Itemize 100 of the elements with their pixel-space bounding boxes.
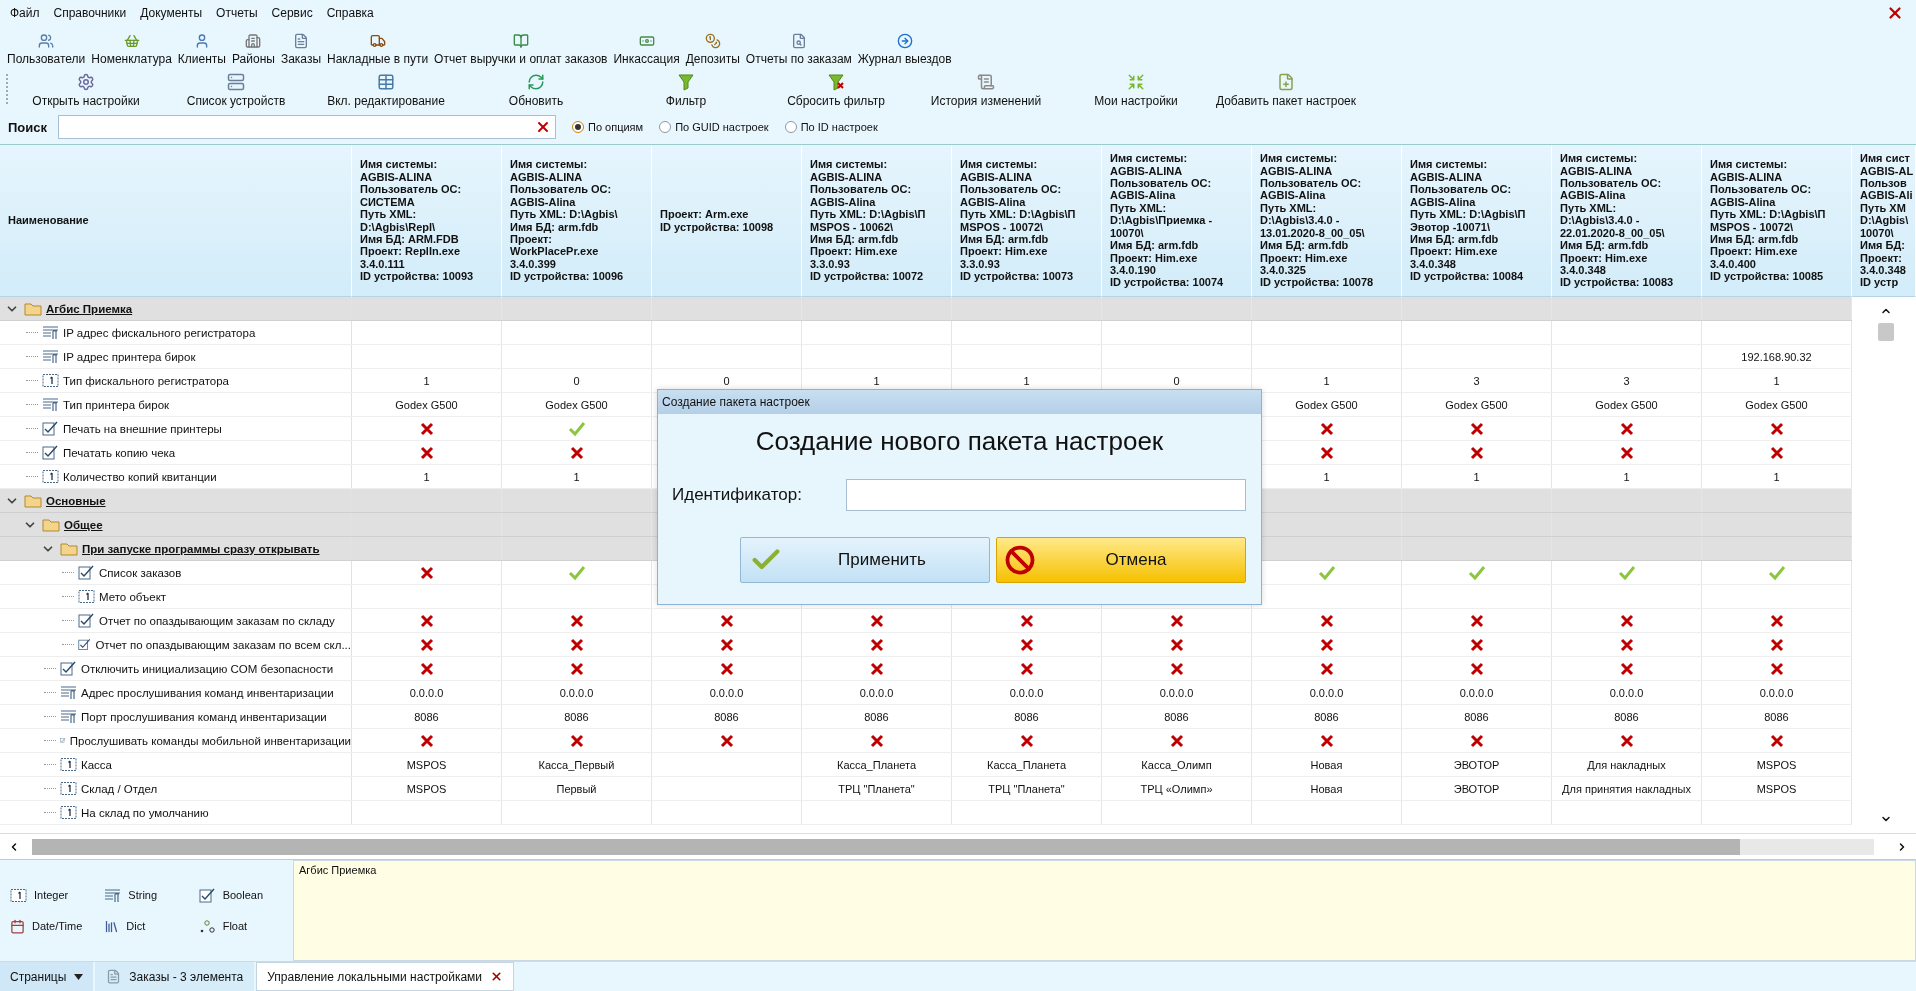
cell-value: ТРЦ «Олимп»	[1140, 782, 1213, 795]
cell-value: Godex G500	[545, 398, 608, 411]
cell-value: 3	[1473, 374, 1480, 387]
radio-button[interactable]	[659, 121, 672, 133]
scroll-thumb[interactable]	[32, 838, 1740, 855]
cell-value: 0.0.0.0	[859, 686, 894, 699]
column-header[interactable]: Имя системы: AGBIS-ALINA Пользователь ОС: СИСТЕМА Путь XML: D:\Agbis\Repl\ Имя БД: ARM.FDB Проект: ReplIn.exe 3.4.0.111 ID устройства: 10093	[360, 158, 474, 283]
close-icon[interactable]	[1886, 4, 1904, 22]
scroll-thumb[interactable]	[1878, 323, 1894, 341]
radio-option[interactable]: По GUID настроек	[659, 121, 769, 133]
column-header[interactable]: Имя сист AGBIS-AL Пользов AGBIS-Ali Путь XM D:\Agbis\ 10070\ Имя БД: Проект: 3.4.0.348 ID устр	[1860, 152, 1914, 289]
toolbar-button[interactable]: Пользователи	[4, 31, 89, 68]
cell-value: 8086	[1314, 710, 1339, 723]
column-header[interactable]: Имя системы: AGBIS-ALINA Пользователь ОС: AGBIS-Alina Путь XML: D:\Agbis\П MSPOS - 10062\ Имя БД: arm.fdb Проект: Him.exe 3.3.0.93 ID устройства: 10072	[810, 158, 926, 283]
toolbar-button[interactable]: Журнал выездов	[854, 31, 955, 68]
string-icon	[42, 397, 59, 412]
group-title[interactable]: Основные	[46, 494, 106, 507]
setting-name: Тип фискального регистратора	[63, 374, 229, 387]
boolean-icon	[42, 421, 59, 436]
menu-item[interactable]: Справка	[320, 4, 380, 22]
cell-value: ЭВОТОР	[1453, 758, 1500, 771]
toolbar-button[interactable]: Депозиты	[682, 31, 743, 68]
toolbar-button[interactable]: Отчеты по заказам	[742, 31, 855, 68]
legend-label: Integer	[34, 889, 69, 901]
group-title[interactable]: Общее	[64, 518, 103, 531]
column-header[interactable]: Имя системы: AGBIS-ALINA Пользователь ОС: AGBIS-Alina Путь XML: D:\Agbis\3.4.0 - 13.01.2020-8_00_05\ Имя БД: arm.fdb Проект: Him.exe 3.4.0.325 ID устройства: 10078	[1260, 152, 1374, 289]
clear-icon[interactable]	[535, 119, 551, 135]
toolbar-button[interactable]: Районы	[229, 31, 278, 68]
column-header[interactable]: Имя системы: AGBIS-ALINA Пользователь ОС: AGBIS-Alina Путь XML: D:\Agbis\П MSPOS - 10072\ Имя БД: arm.fdb Проект: Him.exe 3.3.0.93 ID устройства: 10073	[960, 158, 1076, 283]
toolbar-button[interactable]: Список устройств	[161, 71, 311, 110]
radio-option[interactable]: По ID настроек	[784, 121, 878, 133]
apply-button[interactable]: Применить	[740, 537, 990, 583]
setting-name: Тип принтера бирок	[63, 398, 170, 411]
column-header[interactable]: Проект: Arm.exe ID устройства: 10098	[660, 208, 774, 233]
tree-line	[44, 716, 56, 717]
tree-line	[26, 356, 38, 357]
column-header[interactable]: Имя системы: AGBIS-ALINA Пользователь ОС: AGBIS-Alina Путь XML: D:\Agbis\ Имя БД: arm.fdb Проект: WorkPlacePr.exe 3.4.0.399 ID устройства: 10096	[510, 158, 624, 283]
toolbar-button[interactable]: Номенклатура	[88, 31, 175, 68]
document-tab[interactable]: Заказы - 3 элемента	[95, 962, 255, 991]
books-icon	[104, 918, 120, 934]
cell-value: 192.168.90.32	[1741, 350, 1812, 363]
refresh-icon	[527, 73, 545, 91]
menu-item[interactable]: Отчеты	[210, 4, 264, 22]
cell-value: 0.0.0.0	[709, 686, 744, 699]
group-title[interactable]: Агбис Приемка	[46, 302, 133, 315]
toolbar-button[interactable]: Мои настройки	[1061, 71, 1211, 110]
tree-line	[62, 620, 74, 621]
menu-item[interactable]: Файл	[4, 4, 46, 22]
filter-icon	[677, 73, 695, 91]
setting-name: Прослушивать команды мобильной инвентаризации	[69, 734, 351, 747]
column-header[interactable]: Имя системы: AGBIS-ALINA Пользователь ОС: AGBIS-Alina Путь XML: D:\Agbis\3.4.0 - 22.01.2020-8_00_05\ Имя БД: arm.fdb Проект: Him.exe 3.4.0.348 ID устройства: 10083	[1560, 152, 1674, 289]
toolbar-button[interactable]: Открыть настройки	[11, 71, 161, 110]
document-tab[interactable]: Управление локальными настройками	[256, 962, 515, 991]
toolbar-button[interactable]: Добавить пакет настроек	[1211, 71, 1361, 110]
document-search-icon	[790, 33, 807, 49]
toolbar-button[interactable]: Заказы	[277, 31, 324, 68]
cell-value: 8086	[1614, 710, 1639, 723]
cell-value: Godex G500	[1295, 398, 1358, 411]
folder-icon	[60, 541, 78, 556]
column-header[interactable]: Наименование	[8, 214, 89, 227]
column-header[interactable]: Имя системы: AGBIS-ALINA Пользователь ОС: AGBIS-Alina Путь XML: D:\Agbis\П Эвотор -10071\ Имя БД: arm.fdb Проект: Him.exe 3.4.0.348 ID устройства: 10084	[1410, 158, 1526, 283]
input-field[interactable]	[846, 479, 1246, 511]
gear-icon	[77, 73, 95, 91]
cell-value: 1	[423, 470, 430, 483]
menu-item[interactable]: Сервис	[265, 4, 319, 22]
toolbar-button[interactable]: Вкл. редактирование	[311, 71, 461, 110]
column-header[interactable]: Имя системы: AGBIS-ALINA Пользователь ОС: AGBIS-Alina Путь XML: D:\Agbis\Приемка - 10070\ Имя БД: arm.fdb Проект: Him.exe 3.4.0.190 ID устройства: 10074	[1110, 152, 1224, 289]
radio-button[interactable]	[784, 121, 797, 133]
integer-icon	[42, 373, 59, 388]
legend-label: Boolean	[222, 889, 264, 901]
setting-name: Адрес прослушивания команд инвентаризации	[81, 686, 334, 699]
string-icon	[42, 349, 59, 364]
cancel-button[interactable]: Отмена	[996, 537, 1246, 583]
toolbar-button[interactable]: Сбросить фильтр	[761, 71, 911, 110]
boolean-icon	[78, 637, 92, 652]
server-icon	[227, 73, 245, 91]
cell-value: 1	[1023, 374, 1030, 387]
cell-value: 0.0.0.0	[1459, 686, 1494, 699]
group-title[interactable]: При запуске программы сразу открывать	[82, 542, 320, 555]
toolbar-button[interactable]: Накладные в пути	[324, 31, 432, 68]
radio-option[interactable]: По опциям	[572, 121, 644, 133]
caret-icon	[74, 973, 84, 980]
column-header[interactable]: Имя системы: AGBIS-ALINA Пользователь ОС: AGBIS-Alina Путь XML: D:\Agbis\П MSPOS - 10072\ Имя БД: arm.fdb Проект: Him.exe 3.4.0.400 ID устройства: 10085	[1710, 158, 1826, 283]
cell-value: Касса_Планета	[836, 758, 917, 771]
menu-item[interactable]: Документы	[134, 4, 209, 22]
menu-item[interactable]: Справочники	[47, 4, 133, 22]
pages-button[interactable]: Страницы	[0, 962, 94, 991]
cell-value: 8086	[1014, 710, 1039, 723]
coins-icon	[704, 33, 721, 49]
toolbar-button[interactable]: История изменений	[911, 71, 1061, 110]
cell-value: Для накладных	[1587, 758, 1666, 771]
radio-button[interactable]	[572, 121, 584, 133]
toolbar-button[interactable]: Инкассация	[610, 31, 683, 68]
search-field[interactable]	[58, 115, 556, 139]
toolbar-button[interactable]: Клиенты	[174, 31, 229, 68]
toolbar-button[interactable]: Фильтр	[611, 71, 761, 110]
tree-line	[26, 428, 38, 429]
toolbar-button[interactable]: Отчет выручки и оплат заказов	[431, 31, 611, 68]
toolbar-button[interactable]: Обновить	[461, 71, 611, 110]
tree-line	[26, 452, 38, 453]
